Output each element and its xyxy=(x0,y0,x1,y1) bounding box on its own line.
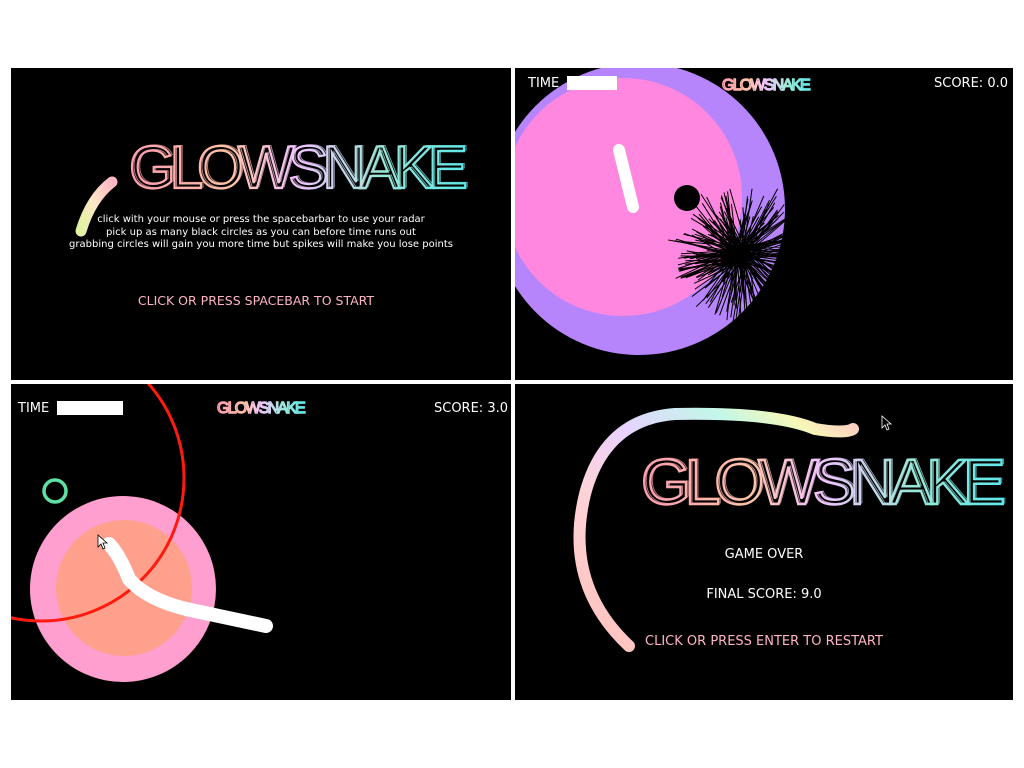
game-screen-radar-panel[interactable]: GLOWSNAKE TIME SCORE: 0.0 xyxy=(515,68,1013,380)
time-label: TIME xyxy=(18,401,50,416)
score-label: SCORE: 3.0 xyxy=(434,401,508,416)
game-logo-glow: GLOWSNAKE xyxy=(643,445,1005,517)
final-score: FINAL SCORE: 9.0 xyxy=(706,587,822,602)
game-field: GLOWSNAKE xyxy=(11,384,308,682)
instruction-line-3: grabbing circles will gain you more time… xyxy=(69,239,453,250)
game-over-panel[interactable]: GLOWSNAKE GLOWSNAKE GAME OVER FINAL SCOR… xyxy=(515,384,1013,700)
time-bar xyxy=(567,76,617,90)
game-logo-glow: GLOWSNAKE xyxy=(131,133,468,200)
game-screen-play-panel[interactable]: GLOWSNAKE TIME SCORE: 3.0 xyxy=(11,384,511,700)
start-prompt[interactable]: CLICK OR PRESS SPACEBAR TO START xyxy=(11,293,506,308)
game-over-title: GAME OVER xyxy=(724,547,804,562)
game-over-art: GLOWSNAKE GLOWSNAKE xyxy=(573,407,1011,652)
mouse-cursor-icon xyxy=(881,415,893,431)
pickup-ring xyxy=(42,478,68,504)
game-logo: GLOWSNAKE xyxy=(217,400,305,417)
instruction-line-1: click with your mouse or press the space… xyxy=(97,214,425,225)
player-radar-inner xyxy=(56,520,192,656)
score-label: SCORE: 0.0 xyxy=(934,76,1008,91)
start-screen-panel[interactable]: GLOWSNAKE GLOWSNAKE click with your mous… xyxy=(11,68,511,380)
time-label: TIME xyxy=(528,76,560,91)
black-circle-pickup xyxy=(674,185,700,211)
game-logo: GLOWSNAKE xyxy=(722,77,810,94)
game-field: GLOWSNAKE xyxy=(515,68,813,355)
restart-prompt[interactable]: CLICK OR PRESS ENTER TO RESTART xyxy=(515,634,1013,649)
time-bar xyxy=(57,401,123,415)
instruction-line-2: pick up as many black circles as you can… xyxy=(106,226,416,238)
